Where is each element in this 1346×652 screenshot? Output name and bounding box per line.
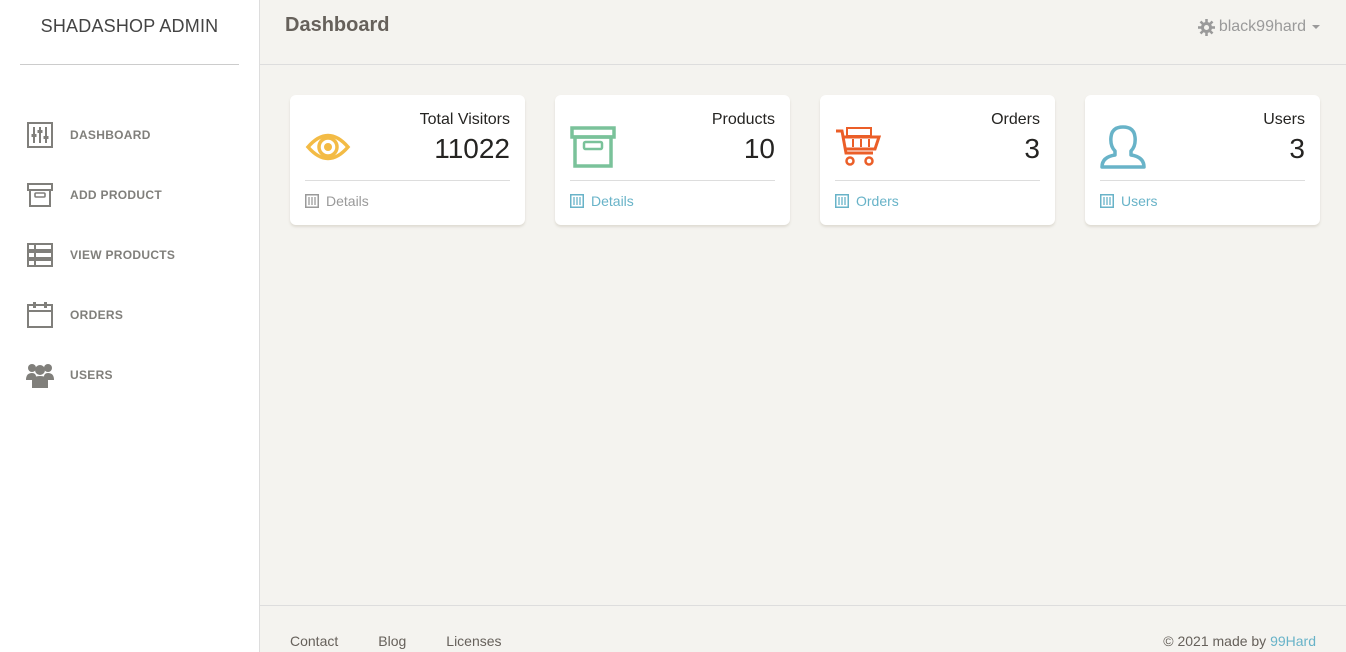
sliders-icon (1100, 194, 1114, 208)
user-icon (1100, 117, 1160, 177)
stat-card-products: Products 10 Details (555, 95, 790, 225)
footer-link-blog[interactable]: Blog (378, 633, 406, 649)
card-label: Products (711, 111, 775, 128)
sliders-icon (26, 121, 54, 149)
orders-link[interactable]: Orders (856, 193, 899, 209)
stat-card-orders: Orders 3 Orders (820, 95, 1055, 225)
card-value: 3 (1289, 133, 1305, 164)
brand-title[interactable]: SHADASHOP ADMIN (20, 0, 239, 65)
details-link[interactable]: Details (591, 193, 634, 209)
caret-down-icon (1312, 25, 1320, 29)
card-value: 10 (743, 133, 775, 164)
box-icon (570, 117, 630, 177)
sliders-icon (835, 194, 849, 208)
copyright: © 2021 made by 99Hard (1163, 633, 1316, 649)
stat-card-users: Users 3 Users (1085, 95, 1320, 225)
user-menu[interactable]: black99hard (1197, 18, 1320, 36)
users-link[interactable]: Users (1121, 193, 1158, 209)
footer-links: Contact Blog Licenses (290, 633, 502, 649)
calendar-icon (26, 301, 54, 329)
users-icon (26, 361, 54, 389)
card-value: 3 (1024, 133, 1040, 164)
footer-link-contact[interactable]: Contact (290, 633, 338, 649)
gear-icon (1197, 18, 1215, 36)
sidebar-item-label: DASHBOARD (70, 128, 151, 142)
sidebar-item-add-product[interactable]: ADD PRODUCT (0, 165, 259, 225)
card-value: 11022 (434, 133, 510, 164)
copyright-brand-link[interactable]: 99Hard (1270, 633, 1316, 649)
username: black99hard (1218, 18, 1306, 35)
sidebar-item-label: USERS (70, 368, 113, 382)
sidebar: SHADASHOP ADMIN DASHBOARD ADD PRODUCT VI… (0, 0, 260, 652)
card-label: Users (1263, 111, 1305, 128)
footer-link-licenses[interactable]: Licenses (446, 633, 501, 649)
sliders-icon (570, 194, 584, 208)
sidebar-item-users[interactable]: USERS (0, 345, 259, 405)
sidebar-item-label: ADD PRODUCT (70, 188, 162, 202)
sidebar-nav: DASHBOARD ADD PRODUCT VIEW PRODUCTS ORDE… (0, 105, 259, 405)
list-icon (26, 241, 54, 269)
top-navbar: Dashboard black99hard (260, 0, 1346, 65)
sidebar-item-view-products[interactable]: VIEW PRODUCTS (0, 225, 259, 285)
archive-icon (26, 181, 54, 209)
stat-card-visitors: Total Visitors 11022 Details (290, 95, 525, 225)
sidebar-item-dashboard[interactable]: DASHBOARD (0, 105, 259, 165)
sidebar-item-orders[interactable]: ORDERS (0, 285, 259, 345)
copyright-text: © 2021 made by (1163, 633, 1271, 649)
sidebar-item-label: ORDERS (70, 308, 124, 322)
card-label: Total Visitors (419, 111, 510, 128)
sidebar-item-label: VIEW PRODUCTS (70, 248, 176, 262)
eye-icon (305, 117, 365, 177)
card-label: Orders (991, 111, 1040, 128)
stats-cards: Total Visitors 11022 Details Products 10… (290, 95, 1320, 225)
page-title: Dashboard (285, 14, 390, 36)
sliders-icon (305, 194, 319, 208)
cart-icon (835, 117, 895, 177)
details-link[interactable]: Details (326, 193, 369, 209)
footer: Contact Blog Licenses © 2021 made by 99H… (260, 605, 1346, 652)
